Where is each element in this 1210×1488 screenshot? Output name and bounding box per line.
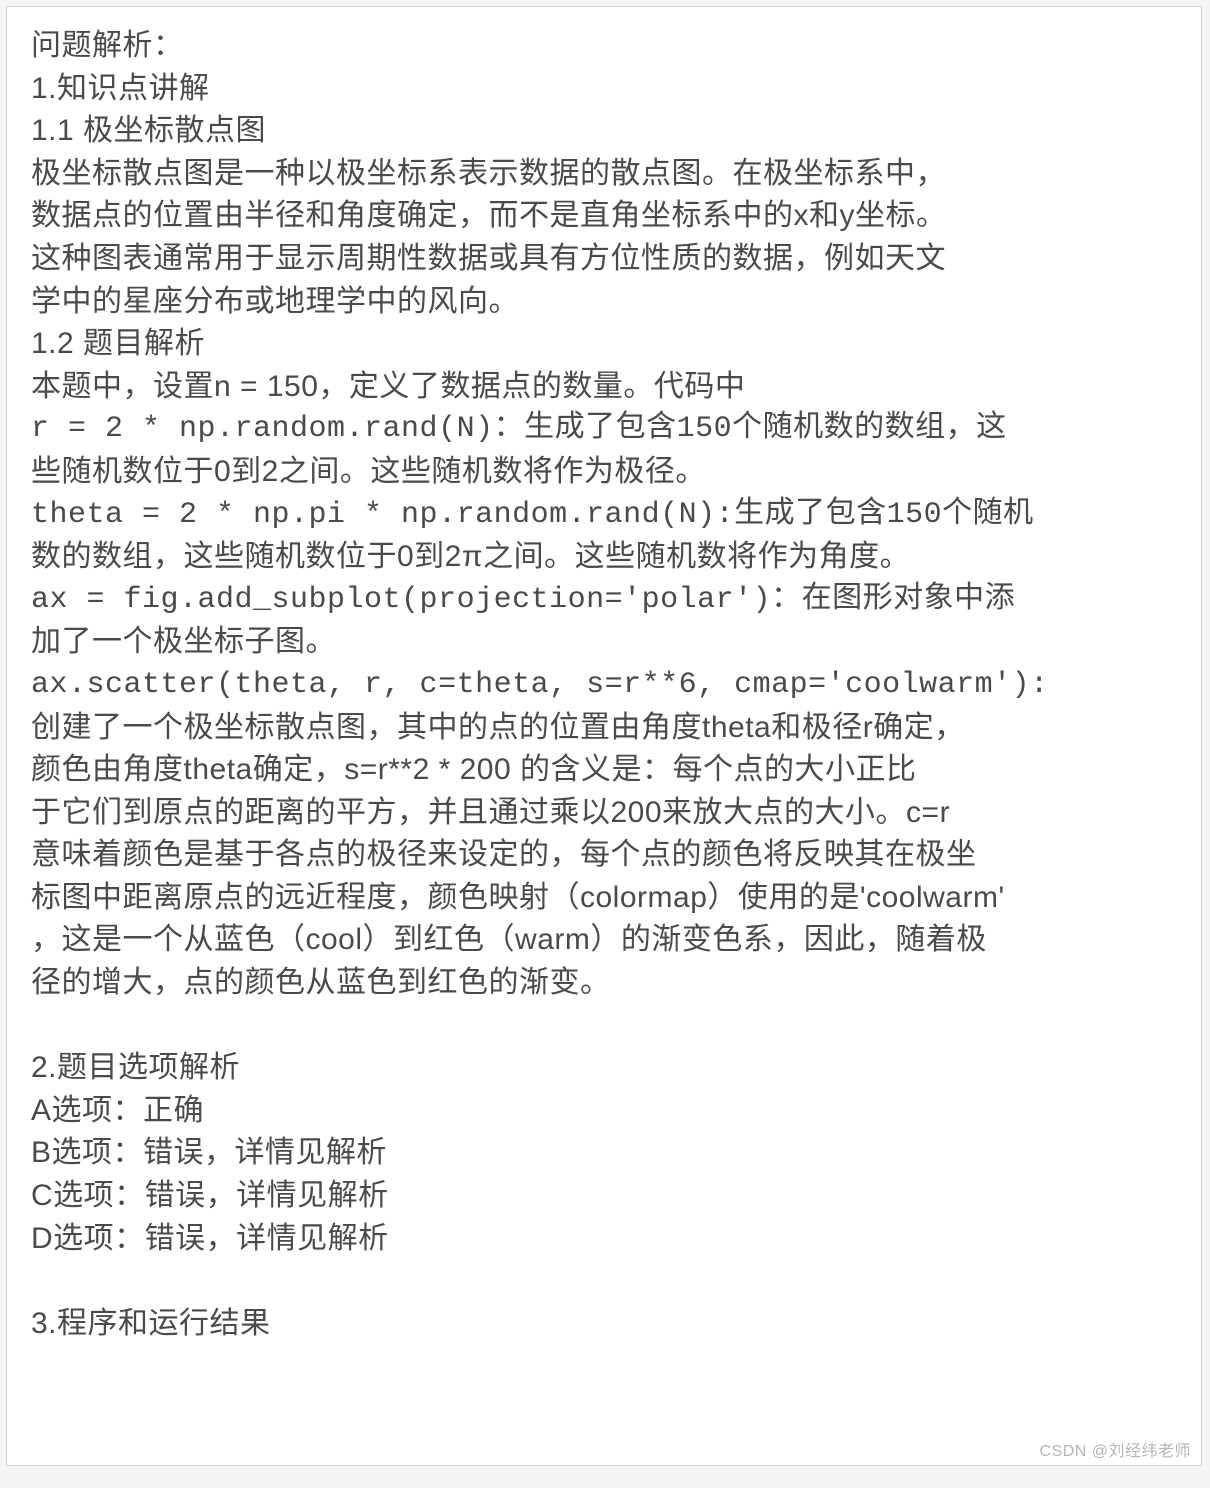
document-page: 问题解析： 1.知识点讲解 1.1 极坐标散点图 极坐标散点图是一种以极坐标系表… [6, 6, 1202, 1466]
paragraph-line: 标图中距离原点的远近程度，颜色映射（colormap）使用的是'coolwarm… [31, 877, 1177, 920]
paragraph-line: 意味着颜色是基于各点的极径来设定的，每个点的颜色将反映其在极坐 [31, 834, 1177, 877]
paragraph-line: 数的数组，这些随机数位于0到2π之间。这些随机数将作为角度。 [31, 536, 1177, 579]
option-a-line: A选项：正确 [31, 1090, 1177, 1133]
heading-1: 1.知识点讲解 [31, 68, 1177, 111]
heading-3: 3.程序和运行结果 [31, 1303, 1177, 1346]
paragraph-line: 创建了一个极坐标散点图，其中的点的位置由角度theta和极径r确定， [31, 707, 1177, 750]
heading-1-1: 1.1 极坐标散点图 [31, 110, 1177, 153]
code-line: ax = fig.add_subplot(projection='polar')… [31, 579, 1177, 622]
heading-2: 2.题目选项解析 [31, 1047, 1177, 1090]
code-line: r = 2 * np.random.rand(N)：生成了包含150个随机数的数… [31, 408, 1177, 451]
paragraph-line: ，这是一个从蓝色（cool）到红色（warm）的渐变色系，因此，随着极 [31, 919, 1177, 962]
code-line: ax.scatter(theta, r, c=theta, s=r**6, cm… [31, 664, 1177, 707]
watermark-text: CSDN @刘经纬老师 [1039, 1437, 1191, 1461]
paragraph-line: 颜色由角度theta确定，s=r**2 * 200 的含义是：每个点的大小正比 [31, 749, 1177, 792]
code-line: theta = 2 * np.pi * np.random.rand(N):生成… [31, 494, 1177, 537]
paragraph-line: 加了一个极坐标子图。 [31, 621, 1177, 664]
paragraph-line: 些随机数位于0到2之间。这些随机数将作为极径。 [31, 451, 1177, 494]
paragraph-line: 极坐标散点图是一种以极坐标系表示数据的散点图。在极坐标系中， [31, 153, 1177, 196]
paragraph-line: 这种图表通常用于显示周期性数据或具有方位性质的数据，例如天文 [31, 238, 1177, 281]
paragraph-line: 于它们到原点的距离的平方，并且通过乘以200来放大点的大小。c=r [31, 792, 1177, 835]
paragraph-line: 数据点的位置由半径和角度确定，而不是直角坐标系中的x和y坐标。 [31, 195, 1177, 238]
paragraph-line: 学中的星座分布或地理学中的风向。 [31, 281, 1177, 324]
blank-line [31, 1005, 1177, 1048]
option-b-line: B选项：错误，详情见解析 [31, 1132, 1177, 1175]
option-c-line: C选项：错误，详情见解析 [31, 1175, 1177, 1218]
heading-1-2: 1.2 题目解析 [31, 323, 1177, 366]
option-d-line: D选项：错误，详情见解析 [31, 1218, 1177, 1261]
text-line: 问题解析： [31, 25, 1177, 68]
paragraph-line: 本题中，设置n = 150，定义了数据点的数量。代码中 [31, 366, 1177, 409]
paragraph-line: 径的增大，点的颜色从蓝色到红色的渐变。 [31, 962, 1177, 1005]
blank-line [31, 1260, 1177, 1303]
